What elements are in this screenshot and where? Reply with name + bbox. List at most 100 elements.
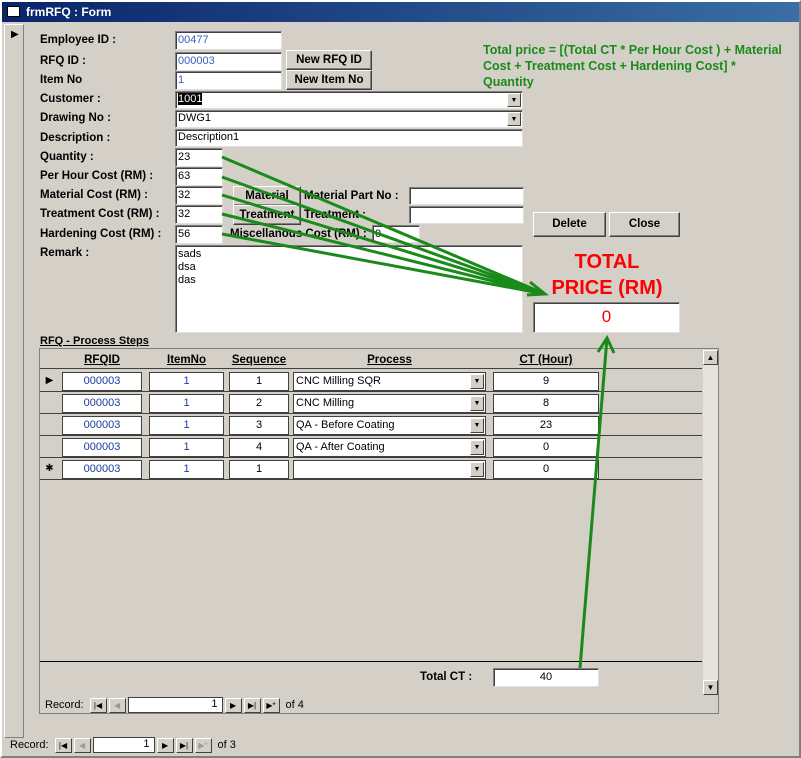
material-part-no-label: Material Part No : [304,190,399,202]
total-ct-field[interactable]: 40 [493,668,599,687]
total-price-label: TOTAL PRICE (RM) [551,251,663,299]
row-selector[interactable]: ✱ [41,459,58,478]
ct-cell[interactable]: 9 [493,372,599,391]
main-record-navigator: Record: |◀ ◀ 1 ▶ ▶| ▶* of 3 [10,737,236,753]
prev-record-icon[interactable]: ◀ [73,737,91,753]
dropdown-arrow-icon[interactable]: ▼ [470,418,484,433]
employee-id-field[interactable]: 00477 [175,31,282,50]
record-number-field[interactable]: 1 [127,697,223,713]
new-rfq-id-button[interactable]: New RFQ ID [286,50,372,70]
rfq-id-label: RFQ ID : [40,55,86,67]
total-price-field[interactable]: 0 [533,302,680,333]
record-number-field[interactable]: 1 [92,737,155,753]
record-selector[interactable]: ▶ [4,24,24,738]
new-record-icon[interactable]: ▶* [262,697,280,713]
new-record-icon[interactable]: ▶* [194,737,212,753]
treatment-label: Treatment : [304,209,366,221]
rfqid-cell[interactable]: 000003 [62,438,142,457]
sequence-cell[interactable]: 1 [229,460,289,479]
material-cost-field[interactable]: 32 [175,186,223,205]
treatment-field[interactable] [409,206,524,224]
customer-label: Customer : [40,93,101,105]
quantity-label: Quantity : [40,151,94,163]
customer-value: 1001 [178,93,203,105]
drawing-no-combo[interactable]: DWG1 ▼ [175,110,523,128]
process-combo[interactable]: CNC Milling ▼ [293,394,486,413]
item-no-label: Item No [40,74,83,86]
per-hour-cost-field[interactable]: 63 [175,167,223,186]
first-record-icon[interactable]: |◀ [54,737,72,753]
material-part-no-field[interactable] [409,187,524,205]
process-value: QA - Before Coating [296,419,395,431]
itemno-cell[interactable]: 1 [149,460,224,479]
row-selector[interactable] [41,437,58,456]
window-title: frmRFQ : Form [26,5,112,19]
row-selector[interactable]: ▶ [41,371,58,390]
process-combo[interactable]: CNC Milling SQR ▼ [293,372,486,391]
dropdown-arrow-icon[interactable]: ▼ [470,374,484,389]
new-item-no-button[interactable]: New Item No [286,70,372,90]
table-row: 000003 1 2 CNC Milling ▼ 8 [40,392,702,414]
rfqid-cell[interactable]: 000003 [62,372,142,391]
remark-textarea[interactable]: sads dsa das [175,245,523,333]
rfqid-cell[interactable]: 000003 [62,394,142,413]
itemno-cell[interactable]: 1 [149,416,224,435]
record-count: of 4 [285,699,304,711]
itemno-cell[interactable]: 1 [149,372,224,391]
first-record-icon[interactable]: |◀ [89,697,107,713]
delete-button[interactable]: Delete [533,212,606,237]
process-combo[interactable]: QA - Before Coating ▼ [293,416,486,435]
material-button[interactable]: Material [233,186,301,206]
item-no-field[interactable]: 1 [175,71,282,90]
rfq-id-field[interactable]: 000003 [175,52,282,71]
sequence-cell[interactable]: 3 [229,416,289,435]
drawing-no-label: Drawing No : [40,112,111,124]
description-field[interactable]: Description1 [175,129,523,147]
prev-record-icon[interactable]: ◀ [108,697,126,713]
sequence-cell[interactable]: 1 [229,372,289,391]
dropdown-arrow-icon[interactable]: ▼ [507,93,521,107]
itemno-cell[interactable]: 1 [149,394,224,413]
row-selector[interactable] [41,393,58,412]
row-selector[interactable] [41,415,58,434]
table-row: ▶ 000003 1 1 CNC Milling SQR ▼ 9 [40,370,702,392]
itemno-cell[interactable]: 1 [149,438,224,457]
dropdown-arrow-icon[interactable]: ▼ [470,396,484,411]
description-label: Description : [40,132,111,144]
col-header-itemno: ItemNo [167,354,206,366]
rfqid-cell[interactable]: 000003 [62,416,142,435]
table-row: ✱ 000003 1 1 ▼ 0 [40,458,702,480]
total-ct-label: Total CT : [420,671,473,683]
total-price-formula: Total price = [(Total CT * Per Hour Cost… [483,43,782,89]
process-value: QA - After Coating [296,441,385,453]
misc-cost-field[interactable]: 0 [372,225,420,243]
next-record-icon[interactable]: ▶ [224,697,242,713]
title-bar: frmRFQ : Form [2,2,799,22]
ct-cell[interactable]: 0 [493,460,599,479]
process-combo[interactable]: QA - After Coating ▼ [293,438,486,457]
hardening-cost-field[interactable]: 56 [175,225,223,244]
sequence-cell[interactable]: 4 [229,438,289,457]
close-button[interactable]: Close [609,212,680,237]
process-combo[interactable]: ▼ [293,460,486,479]
sequence-cell[interactable]: 2 [229,394,289,413]
last-record-icon[interactable]: ▶| [243,697,261,713]
treatment-button[interactable]: Treatment [233,205,301,225]
col-header-sequence: Sequence [231,354,287,366]
rfqid-cell[interactable]: 000003 [62,460,142,479]
scroll-up-icon[interactable]: ▲ [703,350,718,365]
treatment-cost-field[interactable]: 32 [175,205,223,224]
dropdown-arrow-icon[interactable]: ▼ [470,462,484,477]
customer-combo[interactable]: 1001 ▼ [175,91,523,109]
next-record-icon[interactable]: ▶ [156,737,174,753]
ct-cell[interactable]: 8 [493,394,599,413]
dropdown-arrow-icon[interactable]: ▼ [470,440,484,455]
subform-scrollbar[interactable]: ▲ ▼ [703,350,718,695]
last-record-icon[interactable]: ▶| [175,737,193,753]
ct-cell[interactable]: 23 [493,416,599,435]
quantity-field[interactable]: 23 [175,148,223,167]
scroll-down-icon[interactable]: ▼ [703,680,718,695]
employee-id-label: Employee ID : [40,34,117,46]
dropdown-arrow-icon[interactable]: ▼ [507,112,521,126]
ct-cell[interactable]: 0 [493,438,599,457]
